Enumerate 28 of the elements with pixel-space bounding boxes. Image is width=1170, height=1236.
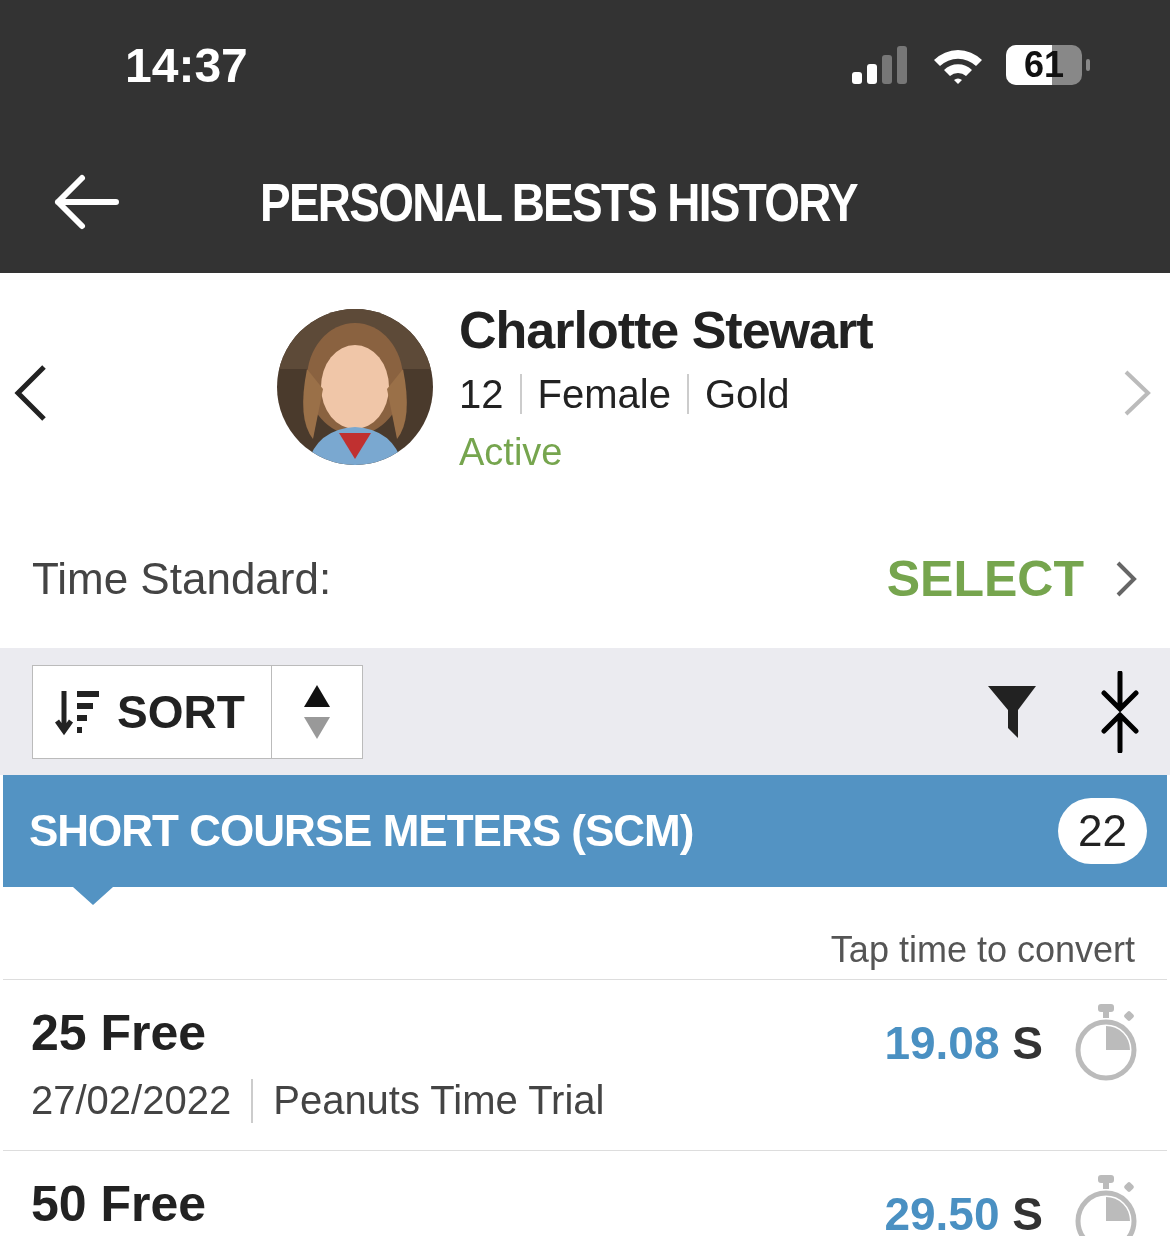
swimmer-detail: 12 [459,371,504,417]
result-date: 27/02/2022 [31,1078,232,1123]
time-value[interactable]: 29.50 S [884,1187,1043,1236]
event-name: 50 Free [31,1175,207,1233]
event-name: 25 Free [31,1004,208,1062]
battery-level: 61 [1023,44,1064,86]
section-header[interactable]: SHORT COURSE METERS (SCM) 22 [3,775,1167,887]
status-time: 14:37 [125,37,248,93]
filter-icon[interactable] [986,683,1038,740]
signal-icon [852,46,910,84]
time-standard-label: Time Standard: [32,554,332,604]
count-badge: 22 [1058,798,1147,864]
swimmer-detail: Gold [704,371,790,417]
swimmer-name: Charlotte Stewart [459,299,873,360]
result-row[interactable]: 25 Free 27/02/2022 Peanuts Time Trial 19.08 S [3,980,1167,1151]
swimmer-status: Active [459,430,564,474]
swimmer-detail: Female [537,371,671,417]
previous-icon[interactable] [12,363,48,423]
hint-text: Tap time to convert [830,929,1135,971]
meet-name: Peanuts Time Trial [273,1078,605,1123]
section-title: SHORT COURSE METERS (SCM) [29,806,694,856]
page-title: PERSONAL BESTS HISTORY [260,170,857,233]
result-row[interactable]: 50 Free 29.50 S [3,1151,1167,1236]
collapse-icon[interactable] [1098,670,1142,753]
time-value[interactable]: 19.08 S [884,1016,1043,1070]
sort-arrows-icon [302,684,331,739]
pointer-icon [73,887,113,905]
chevron-right-icon [1114,559,1138,599]
